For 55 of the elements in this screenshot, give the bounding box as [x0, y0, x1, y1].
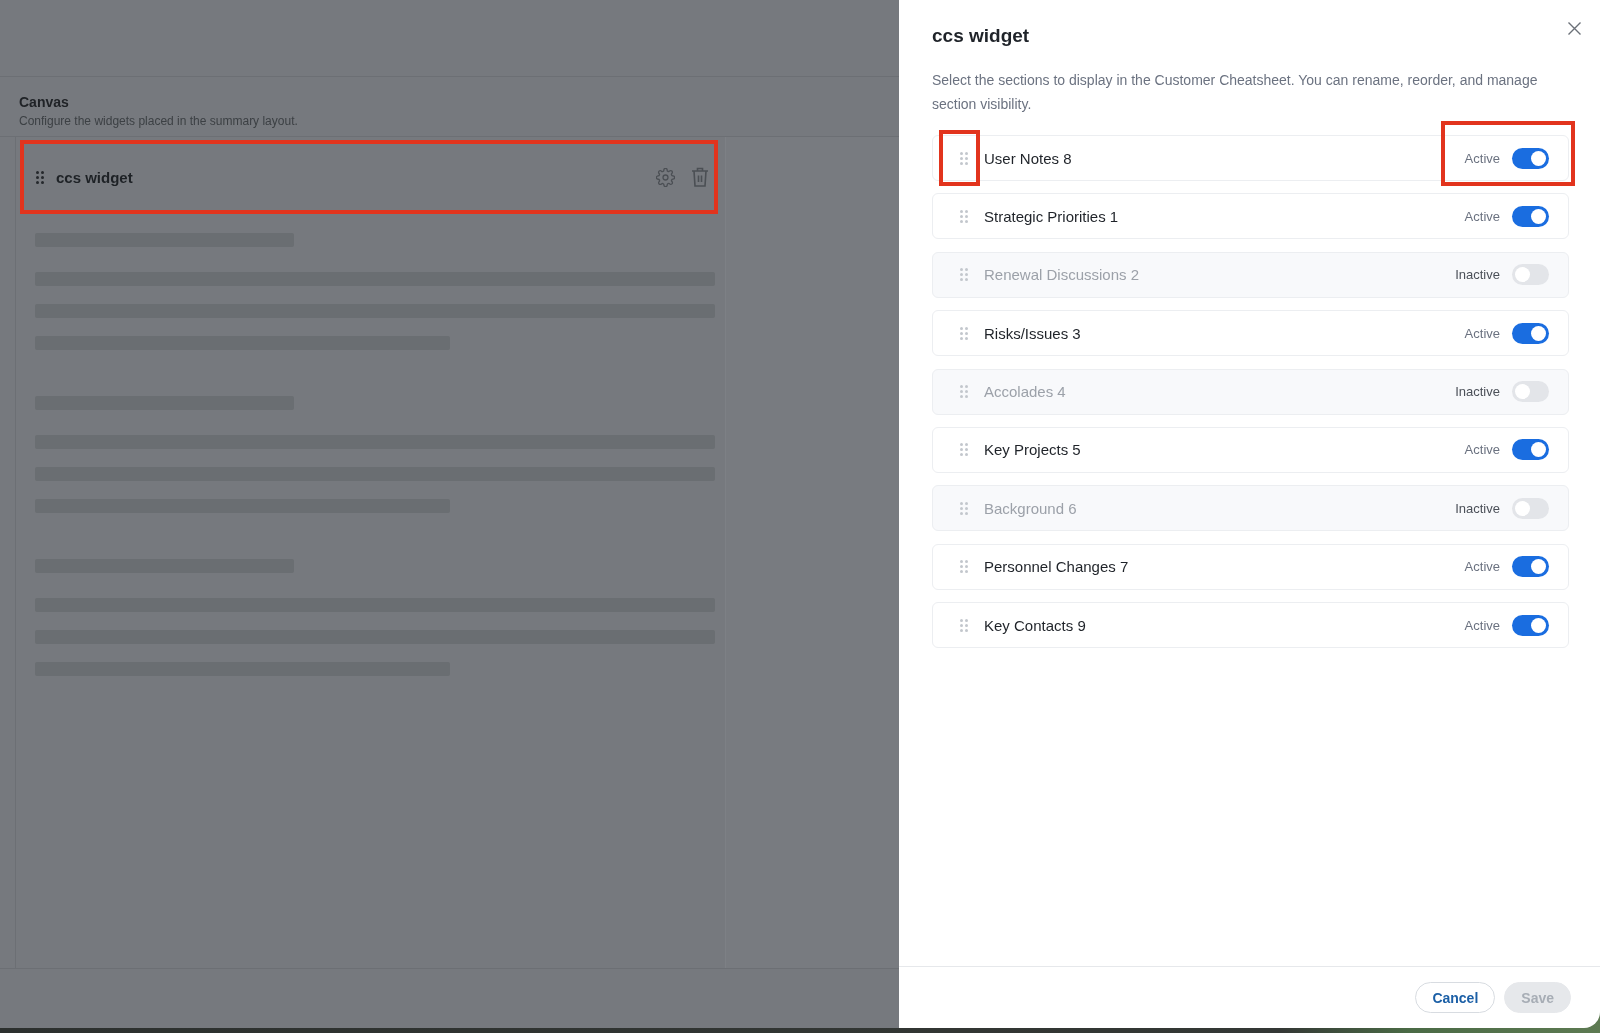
- section-name: Personnel Changes 7: [984, 558, 1129, 576]
- toggle-switch[interactable]: [1512, 147, 1549, 169]
- toggle-switch[interactable]: [1512, 556, 1549, 578]
- status-label: Active: [1464, 442, 1500, 458]
- status-label: Active: [1464, 617, 1500, 633]
- trash-icon[interactable]: [691, 167, 709, 187]
- toggle-switch[interactable]: [1512, 264, 1549, 286]
- drag-handle-icon[interactable]: [960, 209, 968, 223]
- status-label: Active: [1464, 559, 1500, 575]
- section-row[interactable]: Key Contacts 9 Active: [932, 602, 1569, 649]
- section-row[interactable]: Accolades 4 Inactive: [932, 368, 1569, 415]
- drag-handle-icon[interactable]: [36, 170, 44, 184]
- status-label: Inactive: [1455, 500, 1500, 516]
- close-icon[interactable]: [1568, 22, 1581, 35]
- status-label: Active: [1464, 150, 1500, 166]
- section-row[interactable]: Key Projects 5 Active: [932, 426, 1569, 473]
- section-row[interactable]: Background 6 Inactive: [932, 485, 1569, 532]
- section-name: Strategic Priorities 1: [984, 207, 1119, 225]
- section-name: Key Projects 5: [984, 441, 1081, 459]
- drawer-title: ccs widget: [932, 25, 1030, 47]
- drag-handle-icon[interactable]: [960, 385, 968, 399]
- section-row[interactable]: Renewal Discussions 2 Inactive: [932, 251, 1569, 298]
- section-name: Accolades 4: [984, 383, 1066, 401]
- toggle-switch[interactable]: [1512, 381, 1549, 403]
- drag-handle-icon[interactable]: [960, 151, 968, 165]
- toggle-switch[interactable]: [1512, 205, 1549, 227]
- section-name: Key Contacts 9: [984, 616, 1086, 634]
- status-label: Active: [1464, 208, 1500, 224]
- section-name: Background 6: [984, 499, 1077, 517]
- drag-handle-icon[interactable]: [960, 326, 968, 340]
- settings-icon[interactable]: [656, 167, 675, 187]
- section-row[interactable]: Strategic Priorities 1 Active: [932, 193, 1569, 240]
- status-label: Inactive: [1455, 384, 1500, 400]
- toggle-switch[interactable]: [1512, 439, 1549, 461]
- section-row[interactable]: Risks/Issues 3 Active: [932, 310, 1569, 357]
- section-row[interactable]: Personnel Changes 7 Active: [932, 543, 1569, 590]
- drag-handle-icon[interactable]: [960, 560, 968, 574]
- canvas-title: Canvas: [19, 94, 69, 110]
- drawer-description: Select the sections to display in the Customer Cheatsheet. You can rename, reorder, and manage section visibility.: [931, 71, 1539, 114]
- section-name: Risks/Issues 3: [984, 324, 1081, 342]
- section-name: Renewal Discussions 2: [984, 266, 1140, 284]
- toggle-switch[interactable]: [1512, 614, 1549, 636]
- section-name: User Notes 8: [984, 149, 1072, 167]
- status-label: Active: [1464, 325, 1500, 341]
- drag-handle-icon[interactable]: [960, 268, 968, 282]
- drag-handle-icon[interactable]: [960, 618, 968, 632]
- drag-handle-icon[interactable]: [960, 501, 968, 515]
- drag-handle-icon[interactable]: [960, 443, 968, 457]
- cancel-button[interactable]: Cancel: [1415, 982, 1496, 1013]
- toggle-switch[interactable]: [1512, 322, 1549, 344]
- status-label: Inactive: [1455, 267, 1500, 283]
- section-row[interactable]: User Notes 8 Active: [932, 135, 1569, 181]
- widget-name: ccs widget: [56, 168, 133, 186]
- toggle-switch[interactable]: [1512, 497, 1549, 519]
- widget-card[interactable]: ccs widget: [20, 140, 718, 214]
